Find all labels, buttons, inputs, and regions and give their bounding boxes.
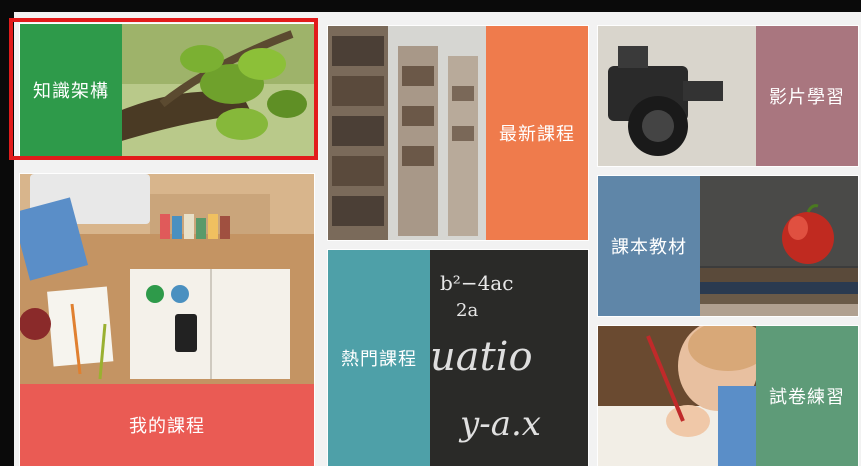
tile-exam-practice[interactable]: 試卷練習	[598, 326, 858, 466]
tile-video-label: 影片學習	[756, 26, 858, 166]
tile-textbook-materials[interactable]: 課本教材	[598, 176, 858, 316]
chalk-formula-denominator: 2a	[456, 300, 478, 321]
tile-latest-label: 最新課程	[486, 26, 588, 240]
chalk-equation-bottom: y-a.x	[458, 404, 541, 444]
apple-books-image	[700, 176, 858, 316]
video-camera-image	[598, 26, 756, 166]
tile-latest-courses[interactable]: 最新課程	[328, 26, 588, 240]
tile-knowledge-architecture[interactable]: 知識架構	[20, 24, 314, 156]
tile-popular-courses[interactable]: 熱門課程 b²−4ac 2a uatio y-a.x	[328, 250, 588, 466]
library-shelves-image	[328, 26, 486, 240]
tile-knowledge-label: 知識架構	[20, 24, 122, 156]
tile-textbook-label: 課本教材	[598, 176, 700, 316]
chalkboard-image: b²−4ac 2a uatio y-a.x	[430, 250, 588, 466]
desk-books-image	[20, 174, 314, 384]
tile-my-courses-label: 我的課程	[20, 384, 314, 466]
left-border	[0, 0, 14, 466]
top-border	[0, 0, 861, 12]
tile-video-learning[interactable]: 影片學習	[598, 26, 858, 166]
chalk-formula-top: b²−4ac	[440, 271, 513, 295]
tile-grid: 知識架構 最新課程 影片學習 我的課程 課本教材 熱門課程 b²−4ac 2a …	[0, 0, 861, 466]
tree-leaves-image	[122, 24, 314, 156]
tile-my-courses[interactable]: 我的課程	[20, 174, 314, 466]
chalk-equation-word: uatio	[430, 334, 533, 380]
tile-popular-label: 熱門課程	[328, 250, 430, 466]
child-writing-image	[598, 326, 756, 466]
tile-exam-label: 試卷練習	[756, 326, 858, 466]
